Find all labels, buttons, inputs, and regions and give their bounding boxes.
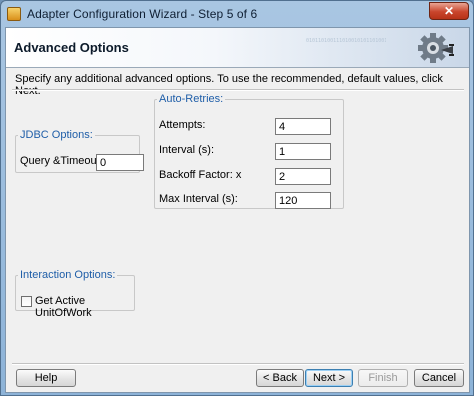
attempts-label: Attempts: [159, 119, 206, 131]
gear-plug-icon [418, 33, 454, 63]
interaction-options-group: Interaction Options: Get Active UnitOfWo… [15, 269, 135, 319]
window-title: Adapter Configuration Wizard - Step 5 of… [27, 7, 258, 21]
get-active-uow-checkbox[interactable] [21, 296, 32, 307]
query-timeout-label: Query &Timeout: [20, 155, 103, 167]
max-interval-label: Max Interval (s): [159, 193, 238, 205]
auto-retries-legend: Auto-Retries: [157, 93, 226, 106]
jdbc-options-legend: JDBC Options: [18, 129, 95, 142]
jdbc-options-group: JDBC Options: Query &Timeout: [15, 129, 144, 173]
interaction-options-legend: Interaction Options: [18, 269, 118, 282]
app-icon [7, 7, 21, 21]
max-interval-field[interactable] [275, 192, 331, 209]
footer-separator [12, 363, 464, 365]
attempts-field[interactable] [275, 118, 331, 135]
instructions-text: Specify any additional advanced options.… [15, 73, 443, 97]
wizard-window: Adapter Configuration Wizard - Step 5 of… [0, 0, 474, 396]
interval-field[interactable] [275, 143, 331, 160]
finish-button[interactable]: Finish [358, 369, 408, 387]
help-button[interactable]: Help [16, 369, 76, 387]
next-button[interactable]: Next > [305, 369, 353, 387]
auto-retries-group: Auto-Retries: Attempts: Interval (s): Ba… [154, 93, 344, 209]
backoff-factor-field[interactable] [275, 168, 331, 185]
get-active-uow-label[interactable]: Get Active UnitOfWork [35, 295, 134, 319]
wizard-client-area: Advanced Options 01011010011101001010110… [5, 27, 470, 393]
page-title: Advanced Options [14, 40, 129, 55]
close-icon: ✕ [443, 4, 455, 18]
cancel-button[interactable]: Cancel [414, 369, 464, 387]
binary-watermark: 0101101001110100101011010011101001010110… [306, 38, 386, 44]
header-separator [12, 89, 464, 91]
header-band: Advanced Options 01011010011101001010110… [6, 28, 469, 68]
title-bar[interactable]: Adapter Configuration Wizard - Step 5 of… [1, 1, 473, 27]
query-timeout-field[interactable] [96, 154, 144, 171]
interval-label: Interval (s): [159, 144, 215, 156]
backoff-factor-label: Backoff Factor: x [159, 169, 242, 181]
back-button[interactable]: < Back [256, 369, 304, 387]
close-button[interactable]: ✕ [429, 2, 469, 20]
